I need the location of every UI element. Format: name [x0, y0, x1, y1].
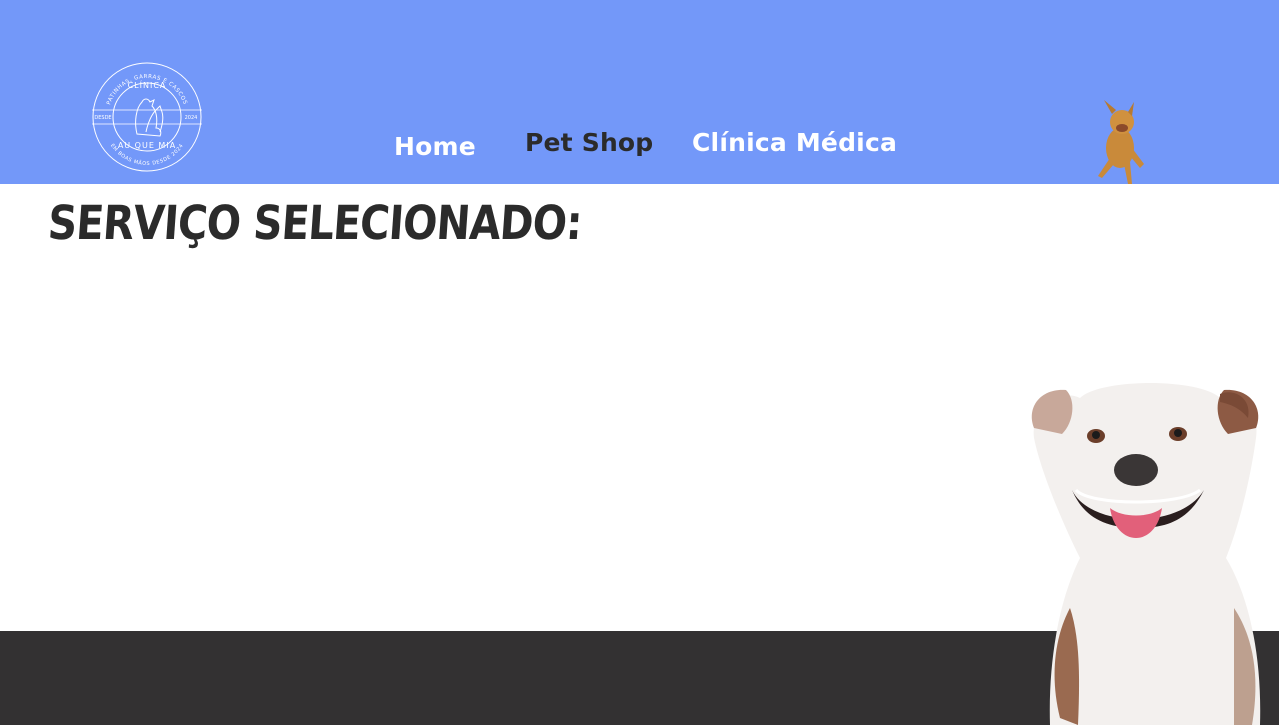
- logo-right-text: 2024: [185, 115, 198, 121]
- nav-clinica-medica-link[interactable]: Clínica Médica: [692, 128, 897, 157]
- smiling-dog-image: [1031, 383, 1261, 725]
- logo-center-text: CLÍNICA: [128, 79, 167, 90]
- page-title: SERVIÇO SELECIONADO:: [46, 196, 584, 251]
- nav-home-link[interactable]: Home: [394, 132, 476, 161]
- site-header: PATINHAS, GARRAS E CASCOS CLÍNICA DESDE …: [0, 0, 1279, 184]
- nav-pet-shop-link[interactable]: Pet Shop: [525, 128, 653, 157]
- logo-left-text: DESDE: [94, 115, 111, 121]
- running-dog-image: [1098, 100, 1144, 184]
